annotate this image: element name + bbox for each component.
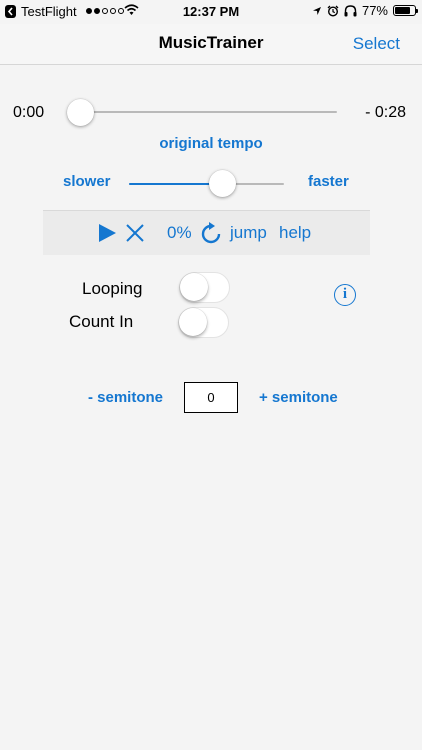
remaining-time: - 0:28 — [365, 104, 406, 121]
slower-label: slower — [63, 173, 111, 190]
looping-toggle[interactable] — [179, 272, 230, 303]
headphones-icon — [344, 4, 357, 16]
minus-semitone-button[interactable]: - semitone — [88, 389, 163, 406]
status-bar: TestFlight 12:37 PM 77% — [0, 0, 422, 24]
semitone-value-field[interactable]: 0 — [184, 382, 238, 413]
play-icon[interactable] — [97, 223, 117, 243]
faster-label: faster — [308, 173, 349, 190]
help-button[interactable]: help — [279, 223, 311, 243]
jump-button[interactable]: jump — [230, 223, 267, 243]
battery-percent: 77% — [361, 3, 388, 18]
tempo-slider-thumb[interactable] — [208, 170, 236, 197]
count-in-label: Count In — [69, 312, 134, 331]
plus-semitone-button[interactable]: + semitone — [259, 389, 338, 406]
battery-fill — [395, 7, 410, 14]
tempo-label[interactable]: original tempo — [0, 135, 422, 152]
close-icon[interactable] — [125, 223, 145, 243]
navigation-bar: MusicTrainer Select — [0, 24, 422, 65]
alarm-icon — [327, 5, 339, 17]
battery-icon — [393, 5, 418, 16]
percent-label: 0% — [167, 223, 192, 242]
toggle-knob — [179, 308, 207, 336]
count-in-toggle[interactable] — [178, 307, 229, 338]
select-button[interactable]: Select — [353, 34, 400, 54]
transport-controls: 0% jump help — [43, 210, 370, 255]
position-slider-track[interactable] — [67, 111, 337, 113]
looping-label: Looping — [82, 279, 143, 298]
info-icon[interactable]: i — [334, 284, 356, 306]
refresh-icon[interactable] — [201, 222, 221, 244]
toggle-knob — [180, 273, 208, 301]
elapsed-time: 0:00 — [13, 104, 45, 121]
position-slider-thumb[interactable] — [67, 99, 94, 126]
location-icon — [312, 6, 321, 15]
